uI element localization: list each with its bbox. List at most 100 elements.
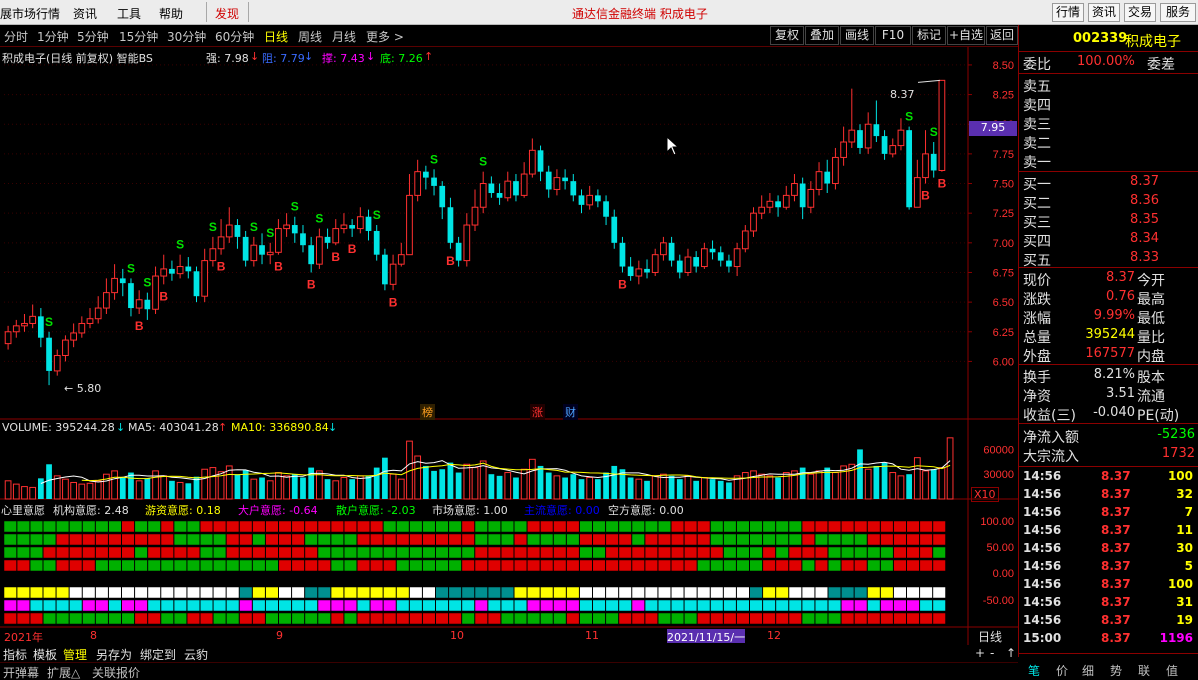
menu-tools[interactable]: 工具 — [117, 5, 141, 22]
event-tag-list[interactable]: 榜 — [420, 404, 435, 420]
indicator-cell — [16, 612, 30, 625]
tab-trend[interactable]: 势 — [1110, 662, 1122, 679]
indicator-cell — [775, 546, 789, 559]
volume-bar — [913, 457, 921, 500]
tab-cloud[interactable]: 云豹 — [184, 646, 208, 663]
f10-button[interactable]: F10 — [875, 26, 911, 45]
buy-level-row: 买二 8.36 — [1021, 193, 1197, 212]
sell-signal: S — [143, 276, 151, 290]
related-quote-button[interactable]: 关联报价 — [92, 664, 140, 680]
indicator-cell — [16, 559, 30, 572]
event-tag-limit[interactable]: 涨 — [530, 404, 545, 420]
add-watchlist-button[interactable]: +自选 — [947, 26, 985, 45]
period-daily[interactable]: 日线 — [264, 28, 288, 45]
indicator-cell — [828, 586, 842, 599]
menu-help[interactable]: 帮助 — [159, 5, 183, 22]
indicator-cell — [95, 533, 109, 546]
menu-news[interactable]: 资讯 — [73, 5, 97, 22]
indicator-cell — [644, 533, 658, 546]
indicator-cell — [527, 520, 541, 533]
indicator-cell — [461, 533, 475, 546]
tab-price[interactable]: 价 — [1056, 662, 1068, 679]
indicator-cell — [95, 599, 109, 612]
indicator-cell — [684, 559, 698, 572]
indicator-cell — [226, 586, 240, 599]
quote-panel-tabs: 笔 价 细 势 联 值 — [1018, 660, 1198, 680]
tab-link[interactable]: 联 — [1138, 662, 1150, 679]
trade-button[interactable]: 交易 — [1124, 3, 1156, 22]
zoom-out-button[interactable]: - — [990, 646, 994, 660]
volume-bar — [545, 472, 552, 499]
sell-level-row: 卖二 — [1021, 133, 1197, 152]
indicator-cell — [880, 520, 894, 533]
period-5min[interactable]: 5分钟 — [77, 28, 109, 45]
tab-value[interactable]: 值 — [1166, 662, 1178, 679]
sell-level-row: 卖一 — [1021, 152, 1197, 171]
indicator-cell — [317, 586, 331, 599]
quote-button[interactable]: 行情 — [1052, 3, 1084, 22]
draw-line-button[interactable]: 画线 — [840, 26, 874, 45]
indicator-cell — [657, 599, 672, 612]
extend-toggle[interactable]: 扩展△ — [47, 664, 80, 680]
scroll-up-button[interactable]: ↑ — [1006, 646, 1016, 660]
danmaku-toggle[interactable]: 开弹幕 — [3, 664, 39, 680]
candle-body — [176, 266, 184, 275]
tick-time: 14:56 — [1023, 595, 1062, 609]
indicator-cell — [370, 612, 384, 625]
indicator-cell — [383, 546, 397, 559]
indicator-cell — [801, 559, 815, 572]
tab-detail[interactable]: 细 — [1082, 662, 1094, 679]
stock-code: 002339 — [1073, 31, 1128, 46]
indicator-cell — [160, 533, 174, 546]
tab-indicator[interactable]: 指标 — [3, 646, 27, 663]
event-tag-finance[interactable]: 财 — [563, 404, 578, 420]
period-1min[interactable]: 1分钟 — [37, 28, 69, 45]
indicator-cell — [330, 586, 344, 599]
indicator-cell — [383, 533, 397, 546]
indicator-cell — [82, 612, 96, 625]
volume-bar — [300, 477, 306, 499]
overlay-button[interactable]: 叠加 — [805, 26, 839, 45]
volume-bar — [504, 472, 512, 500]
news-button[interactable]: 资讯 — [1088, 3, 1120, 22]
restore-right-button[interactable]: 复权 — [770, 26, 804, 45]
indicator-cell — [448, 559, 462, 572]
tab-tick[interactable]: 笔 — [1028, 662, 1040, 679]
indicator-cell — [540, 586, 554, 599]
daily-tab[interactable]: 日线 — [978, 628, 1002, 645]
candle-body — [504, 180, 512, 199]
tab-template[interactable]: 模板 — [33, 646, 57, 663]
indicator-cell — [605, 546, 619, 559]
tab-bind-to[interactable]: 绑定到 — [140, 646, 176, 663]
tick-row: 14:56 8.37 11 — [1021, 523, 1197, 541]
volume-bar — [832, 472, 839, 500]
volume-bar — [389, 473, 397, 500]
period-minute[interactable]: 分时 — [4, 28, 28, 45]
period-weekly[interactable]: 周线 — [298, 28, 322, 45]
mark-button[interactable]: 标记 — [912, 26, 946, 45]
candle-body — [78, 322, 86, 334]
tick-time: 14:56 — [1023, 469, 1062, 483]
buy-signal: B — [274, 260, 283, 274]
candle-body — [291, 225, 298, 234]
indicator-cell — [3, 533, 17, 546]
volume-bar — [709, 479, 716, 499]
zoom-in-button[interactable]: + — [975, 646, 985, 660]
candle-body — [365, 216, 372, 231]
service-button[interactable]: 服务 — [1160, 3, 1196, 22]
back-button[interactable]: 返回 — [986, 26, 1018, 45]
indicator-cell — [396, 533, 410, 546]
period-15min[interactable]: 15分钟 — [119, 28, 158, 45]
period-monthly[interactable]: 月线 — [332, 28, 356, 45]
indicator-cell — [605, 533, 619, 546]
indicator-cell — [69, 586, 83, 599]
tab-save-as[interactable]: 另存为 — [96, 646, 132, 663]
menu-market[interactable]: 展市场行情 — [0, 5, 60, 22]
menu-discover[interactable]: 发现 — [215, 5, 239, 22]
period-more[interactable]: 更多 > — [366, 28, 404, 45]
period-30min[interactable]: 30分钟 — [167, 28, 206, 45]
tab-manage[interactable]: 管理 — [63, 646, 87, 663]
period-60min[interactable]: 60分钟 — [215, 28, 254, 45]
volume-arrow-icon: ↓ — [116, 421, 126, 434]
chart-area[interactable]: SSBSBSSBSSBSBSBBSBSBSBSBSB 8.508.258.007… — [0, 47, 1018, 645]
